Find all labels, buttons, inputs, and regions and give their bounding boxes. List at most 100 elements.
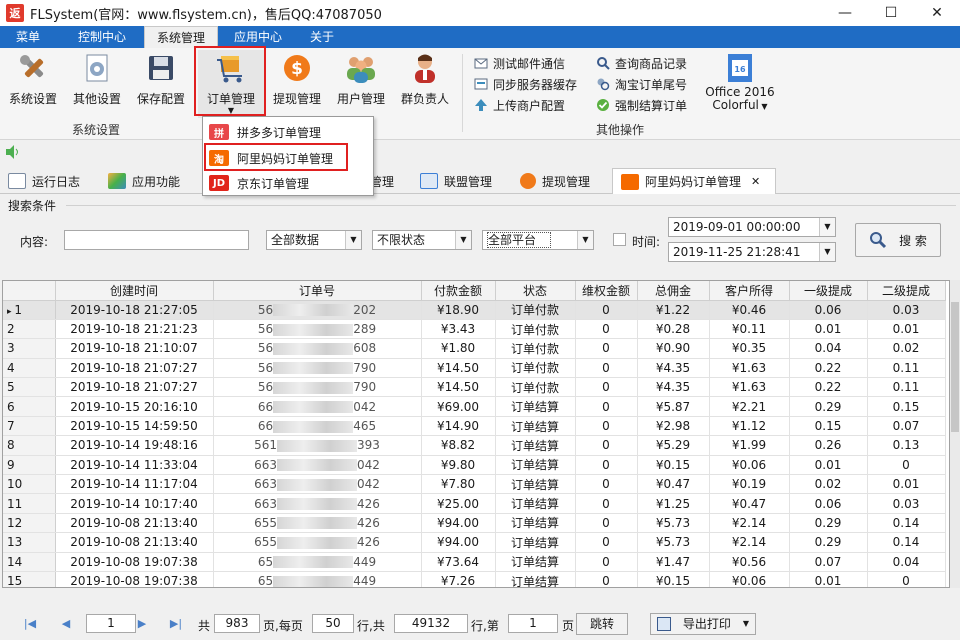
upload-merchant-button[interactable]: 上传商户配置 (474, 96, 565, 114)
goto-page-input[interactable]: 1 (508, 614, 558, 633)
order-number-suffix: 790 (353, 380, 377, 395)
withdraw-manage-button[interactable]: $ 提现管理 (268, 50, 326, 110)
table-row[interactable]: ▸ 1 2019-10-18 21:27:05 56 202 ¥18.90 订单付款 0 ¥1… (3, 300, 946, 320)
table-cell: 订单结算 (495, 552, 576, 572)
divider (66, 205, 956, 206)
group-leader-button[interactable]: 群负责人 (396, 50, 454, 110)
system-settings-button[interactable]: 系统设置 (4, 50, 62, 110)
table-row[interactable]: 2 2019-10-18 21:21:23 56 289 ¥3.43 订单付款 0 ¥0.28… (3, 319, 946, 340)
data-select[interactable]: 全部数据 ▼ (266, 230, 362, 250)
table-row[interactable]: 12 2019-10-08 21:13:40 655 426 ¥94.00 订单结算 0 ¥5… (3, 513, 946, 534)
close-tab-icon[interactable]: ✕ (751, 175, 760, 188)
column-header[interactable]: 订单号 (213, 281, 422, 301)
jd-order-menu-item[interactable]: JD 京东订单管理 (209, 173, 367, 193)
taobao-tail-button[interactable]: 淘宝订单尾号 (596, 75, 687, 93)
order-number-suffix: 790 (353, 360, 377, 375)
menu-item-control-center[interactable]: 控制中心 (64, 26, 140, 48)
table-row[interactable]: 4 2019-10-18 21:07:27 56 790 ¥14.50 订单付款 0 ¥4.3… (3, 358, 946, 379)
order-number-prefix: 66 (257, 399, 274, 414)
column-header[interactable] (3, 281, 56, 301)
status-select[interactable]: 不限状态 ▼ (372, 230, 472, 250)
table-cell: 0 (575, 474, 638, 495)
redacted-mask (277, 439, 357, 452)
maximize-button[interactable]: ☐ (868, 0, 914, 26)
test-mail-button[interactable]: 测试邮件通信 (474, 54, 565, 72)
sync-cache-button[interactable]: 同步服务器缓存 (474, 75, 577, 93)
total-pages: 983 (214, 614, 260, 633)
vertical-scrollbar[interactable] (950, 280, 960, 588)
next-page-icon[interactable]: ▶ (128, 614, 156, 632)
column-header[interactable]: 状态 (495, 281, 576, 301)
table-cell: 0 (575, 300, 638, 320)
menu-item-system-manage[interactable]: 系统管理 (144, 26, 218, 48)
column-header[interactable]: 二级提成 (867, 281, 946, 301)
table-row[interactable]: 3 2019-10-18 21:10:07 56 608 ¥1.80 订单付款 0 ¥0.90… (3, 338, 946, 359)
first-page-icon[interactable]: |◀ (16, 614, 44, 632)
chart-monitor-icon (420, 173, 438, 189)
column-header[interactable]: 一级提成 (789, 281, 868, 301)
start-time-input[interactable]: 2019-09-01 00:00:00 ▼ (668, 217, 836, 237)
table-row[interactable]: 10 2019-10-14 11:17:04 663 042 ¥7.80 订单结算 0 ¥0.… (3, 474, 946, 495)
end-time-input[interactable]: 2019-11-25 21:28:41 ▼ (668, 242, 836, 262)
table-cell: 0.13 (867, 435, 946, 456)
tab-withdraw-manage[interactable]: 提现管理 (520, 168, 590, 194)
column-header[interactable]: 客户所得 (709, 281, 790, 301)
per-page-input[interactable]: 50 (312, 614, 354, 633)
redacted-mask (273, 556, 354, 569)
minimize-button[interactable]: — (822, 0, 868, 26)
table-cell: 0 (575, 455, 638, 476)
scrollbar-thumb[interactable] (951, 302, 959, 432)
table-row[interactable]: 11 2019-10-14 10:17:40 663 426 ¥25.00 订单结算 0 ¥1… (3, 493, 946, 514)
platform-select[interactable]: 全部平台 ▼ (482, 230, 594, 250)
table-cell: ¥69.00 (421, 396, 496, 417)
time-checkbox[interactable] (613, 233, 626, 246)
close-window-button[interactable]: ✕ (914, 0, 960, 26)
query-product-button[interactable]: 查询商品记录 (596, 54, 687, 72)
tab-alimama-orders[interactable]: 阿里妈妈订单管理 ✕ (612, 168, 776, 194)
tab-app-functions[interactable]: 应用功能 (108, 168, 180, 194)
column-header[interactable]: 创建时间 (55, 281, 214, 301)
office-theme-button[interactable]: 16 Office 2016 Colorful ▼ (704, 50, 776, 112)
content-input[interactable] (64, 230, 249, 250)
log-icon (8, 173, 26, 189)
table-cell: 0.02 (789, 474, 868, 495)
menu-item-menu[interactable]: 菜单 (0, 26, 56, 48)
order-number-suffix: 426 (357, 535, 380, 550)
export-print-button[interactable]: 导出打印 ▼ (650, 613, 756, 635)
table-cell: 0 (575, 513, 638, 534)
force-settle-button[interactable]: 强制结算订单 (596, 96, 687, 114)
menu-item-app-center[interactable]: 应用中心 (222, 26, 294, 48)
table-cell: 0.01 (789, 571, 868, 587)
table-row[interactable]: 13 2019-10-08 21:13:40 655 426 ¥94.00 订单结算 0 ¥5… (3, 532, 946, 553)
table-cell: 0.29 (789, 396, 868, 417)
pdd-order-menu-item[interactable]: 拼 拼多多订单管理 (209, 122, 367, 142)
table-cell: ¥0.11 (709, 319, 790, 340)
table-row[interactable]: 9 2019-10-14 11:33:04 663 042 ¥9.80 订单结算 0 ¥0.1… (3, 455, 946, 476)
save-config-button[interactable]: 保存配置 (132, 50, 190, 110)
table-cell: 0.07 (867, 416, 946, 437)
table-cell: 2019-10-14 10:17:40 (55, 493, 214, 514)
user-manage-button[interactable]: 用户管理 (332, 50, 390, 110)
table-cell: 3 (3, 338, 56, 359)
tab-union-manage[interactable]: 联盟管理 (420, 168, 492, 194)
prev-page-icon[interactable]: ◀ (52, 614, 80, 632)
table-row[interactable]: 15 2019-10-08 19:07:38 65 449 ¥7.26 订单结算 0 ¥0.1… (3, 571, 946, 587)
column-header[interactable]: 总佣金 (637, 281, 710, 301)
search-button[interactable]: 搜 索 (855, 223, 941, 257)
table-cell: ¥0.15 (637, 571, 710, 587)
table-cell: 6 (3, 396, 56, 417)
table-row[interactable]: 8 2019-10-14 19:48:16 561 393 ¥8.82 订单结算 0 ¥5.2… (3, 435, 946, 456)
table-row[interactable]: 6 2019-10-15 20:16:10 66 042 ¥69.00 订单结算 0 ¥5.8… (3, 396, 946, 417)
column-header[interactable]: 维权金额 (575, 281, 638, 301)
chevron-down-icon: ▼ (742, 619, 750, 628)
jump-button[interactable]: 跳转 (576, 613, 628, 635)
other-settings-button[interactable]: 其他设置 (68, 50, 126, 110)
menu-item-about[interactable]: 关于 (296, 26, 348, 48)
table-cell: 0.29 (789, 532, 868, 553)
table-row[interactable]: 14 2019-10-08 19:07:38 65 449 ¥73.64 订单结算 0 ¥1.… (3, 552, 946, 572)
column-header[interactable]: 付款金额 (421, 281, 496, 301)
table-row[interactable]: 7 2019-10-15 14:59:50 66 465 ¥14.90 订单结算 0 ¥2.9… (3, 416, 946, 437)
tab-run-log[interactable]: 运行日志 (8, 168, 80, 194)
table-row[interactable]: 5 2019-10-18 21:07:27 56 790 ¥14.50 订单付款 0 ¥4.3… (3, 377, 946, 398)
last-page-icon[interactable]: ▶| (162, 614, 190, 632)
